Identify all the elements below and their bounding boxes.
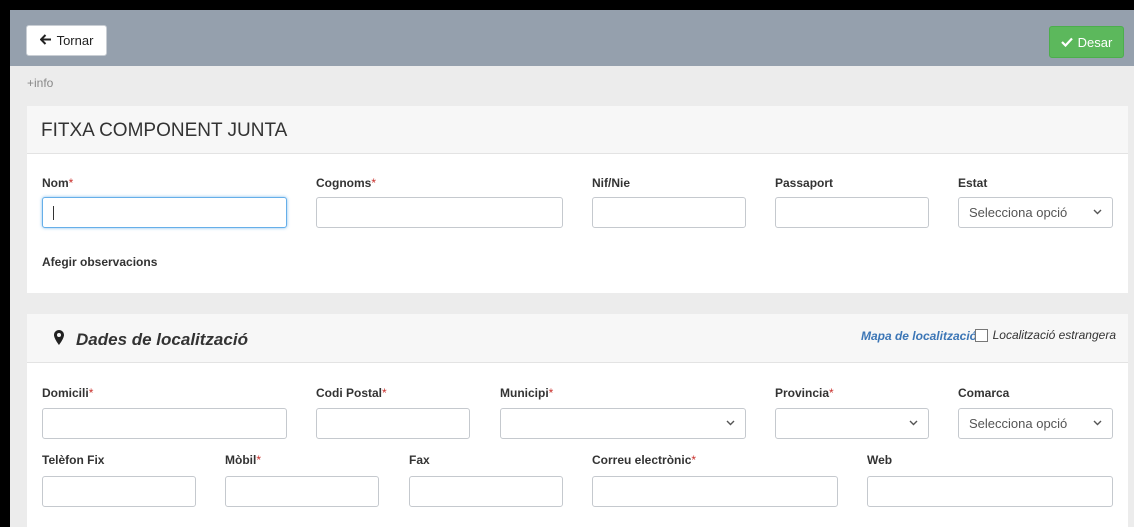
text-caret — [53, 205, 54, 220]
check-icon — [1060, 35, 1073, 50]
mobil-input[interactable] — [225, 476, 379, 507]
nif-label: Nif/Nie — [592, 176, 631, 190]
foreign-location-option: Localització estrangera — [974, 328, 1116, 342]
save-button[interactable]: Desar — [1049, 26, 1124, 58]
passaport-input[interactable] — [775, 197, 929, 228]
municipi-label: Municipi* — [500, 386, 554, 400]
back-button-label: Tornar — [56, 33, 94, 48]
mobil-label: Mòbil* — [225, 453, 261, 467]
estat-label: Estat — [958, 176, 988, 190]
localitzacio-title: Dades de localització — [54, 330, 248, 350]
localitzacio-card: Dades de localització Mapa de localitzac… — [27, 314, 1128, 527]
window-frame-left — [0, 0, 10, 527]
codi-postal-label: Codi Postal* — [316, 386, 387, 400]
page-title: FITXA COMPONENT JUNTA — [41, 120, 288, 141]
fax-input[interactable] — [409, 476, 563, 507]
chevron-down-icon — [726, 418, 735, 429]
arrow-left-icon — [39, 33, 52, 48]
nom-label: Nom* — [42, 176, 74, 190]
web-input[interactable] — [867, 476, 1113, 507]
comarca-select[interactable]: Selecciona opció — [958, 408, 1113, 439]
passaport-label: Passaport — [775, 176, 834, 190]
comarca-label: Comarca — [958, 386, 1010, 400]
chevron-down-icon — [909, 418, 918, 429]
window-frame-top — [0, 0, 1134, 10]
domicili-input[interactable] — [42, 408, 287, 439]
correu-input[interactable] — [592, 476, 838, 507]
estat-select-value: Selecciona opció — [969, 205, 1068, 220]
chevron-down-icon — [1093, 207, 1102, 218]
estat-select[interactable]: Selecciona opció — [958, 197, 1113, 228]
back-button[interactable]: Tornar — [26, 25, 107, 56]
provincia-select[interactable] — [775, 408, 929, 439]
foreign-location-label: Localització estrangera — [992, 328, 1116, 342]
page: Tornar Desar +info FITXA COMPONENT JUNTA… — [10, 10, 1134, 527]
localitzacio-card-header: Dades de localització Mapa de localitzac… — [27, 314, 1128, 363]
cognoms-label: Cognoms* — [316, 176, 377, 190]
telefon-input[interactable] — [42, 476, 196, 507]
comarca-select-value: Selecciona opció — [969, 416, 1068, 431]
municipi-select[interactable] — [500, 408, 746, 439]
telefon-label: Telèfon Fix — [42, 453, 105, 467]
add-observations-link[interactable]: Afegir observacions — [42, 255, 157, 269]
localitzacio-title-text: Dades de localització — [76, 330, 248, 349]
fitxa-card-header: FITXA COMPONENT JUNTA — [27, 106, 1128, 154]
more-info-link[interactable]: +info — [27, 76, 53, 90]
save-button-label: Desar — [1077, 34, 1113, 50]
foreign-location-checkbox[interactable] — [974, 328, 988, 342]
nif-input[interactable] — [592, 197, 746, 228]
correu-label: Correu electrònic* — [592, 453, 697, 467]
chevron-down-icon — [1093, 418, 1102, 429]
map-link[interactable]: Mapa de localització — [861, 329, 977, 343]
fax-label: Fax — [409, 453, 430, 467]
toolbar: Tornar Desar — [10, 10, 1134, 66]
domicili-label: Domicili* — [42, 386, 94, 400]
codi-postal-input[interactable] — [316, 408, 470, 439]
cognoms-input[interactable] — [316, 197, 563, 228]
fitxa-card: FITXA COMPONENT JUNTA Nom* Cognoms* Nif/… — [27, 106, 1128, 293]
map-marker-icon — [54, 330, 64, 350]
web-label: Web — [867, 453, 893, 467]
provincia-label: Provincia* — [775, 386, 834, 400]
nom-input[interactable] — [42, 197, 287, 228]
